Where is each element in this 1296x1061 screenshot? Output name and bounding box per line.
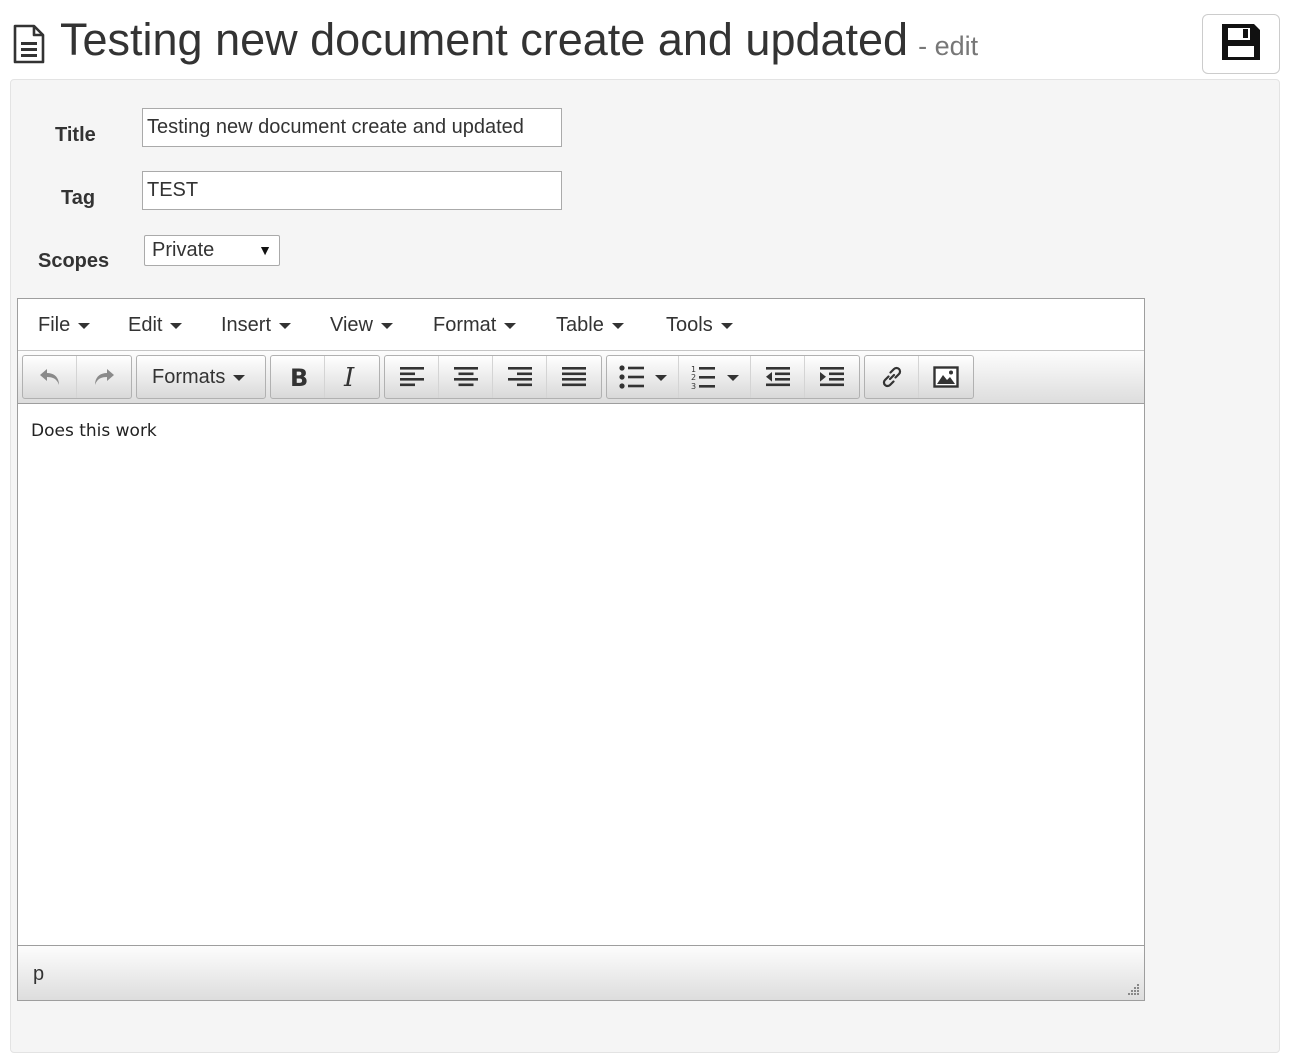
editor-statusbar: p	[18, 945, 1144, 1000]
svg-text:2: 2	[691, 373, 696, 382]
scopes-label: Scopes	[38, 250, 110, 272]
align-justify-icon	[561, 366, 587, 388]
editor-menubar: File Edit Insert View Format Table Tools	[18, 299, 1144, 351]
menu-view[interactable]: View	[330, 299, 393, 351]
menu-table[interactable]: Table	[556, 299, 624, 351]
outdent-button[interactable]	[751, 356, 805, 398]
bullet-list-button[interactable]	[607, 356, 679, 398]
save-button[interactable]	[1202, 14, 1280, 74]
align-center-icon	[453, 366, 479, 388]
formats-dropdown[interactable]: Formats	[137, 356, 265, 398]
floppy-disk-icon	[1220, 22, 1262, 67]
numbered-list-icon: 123	[691, 364, 739, 390]
caret-down-icon	[233, 374, 246, 381]
menu-edit[interactable]: Edit	[128, 299, 183, 351]
tag-label: Tag	[61, 187, 96, 209]
italic-button[interactable]: I	[325, 356, 379, 398]
svg-text:B: B	[290, 365, 308, 389]
svg-text:3: 3	[691, 382, 696, 390]
formats-group: Formats	[136, 355, 266, 399]
align-justify-button[interactable]	[547, 356, 601, 398]
caret-down-icon	[504, 322, 517, 329]
menu-format[interactable]: Format	[433, 299, 517, 351]
image-icon	[933, 366, 959, 388]
caret-down-icon	[78, 322, 91, 329]
link-icon	[879, 364, 905, 390]
italic-icon: I	[342, 365, 362, 389]
alignment-group	[384, 355, 602, 399]
indent-icon	[819, 366, 845, 388]
caret-down-icon	[170, 322, 183, 329]
indent-button[interactable]	[805, 356, 859, 398]
menu-tools[interactable]: Tools	[666, 299, 733, 351]
caret-down-icon	[720, 322, 733, 329]
caret-down-icon	[381, 322, 393, 329]
page-subtitle: - edit	[918, 31, 979, 61]
caret-down-icon	[611, 322, 624, 329]
page-header: Testing new document create and updated -…	[0, 0, 1296, 80]
align-left-icon	[399, 366, 425, 388]
title-label: Title	[55, 124, 96, 146]
list-group: 123	[606, 355, 860, 399]
rich-text-editor: File Edit Insert View Format Table Tools	[17, 298, 1145, 1001]
numbered-list-button[interactable]: 123	[679, 356, 751, 398]
align-center-button[interactable]	[439, 356, 493, 398]
align-right-button[interactable]	[493, 356, 547, 398]
svg-text:I: I	[343, 365, 355, 389]
align-left-button[interactable]	[385, 356, 439, 398]
resize-handle-icon[interactable]	[1126, 982, 1140, 996]
text-style-group: B I	[270, 355, 380, 399]
insert-link-button[interactable]	[865, 356, 919, 398]
bold-icon: B	[288, 365, 308, 389]
redo-icon	[92, 366, 116, 388]
align-right-icon	[507, 366, 533, 388]
page-title-text: Testing new document create and updated	[60, 14, 909, 65]
insert-group	[864, 355, 974, 399]
undo-button[interactable]	[23, 356, 77, 398]
document-form-panel: Title Tag Scopes Private ▼ File Edit Ins…	[10, 79, 1280, 1053]
bold-button[interactable]: B	[271, 356, 325, 398]
redo-button[interactable]	[77, 356, 131, 398]
bullet-list-icon	[618, 365, 667, 389]
menu-insert[interactable]: Insert	[221, 299, 292, 351]
menu-file[interactable]: File	[38, 299, 91, 351]
element-path[interactable]: p	[33, 963, 44, 986]
undo-icon	[38, 366, 62, 388]
caret-down-icon	[279, 322, 292, 329]
document-icon	[12, 24, 46, 64]
dropdown-arrow-icon: ▼	[258, 242, 272, 258]
insert-image-button[interactable]	[919, 356, 973, 398]
tag-input[interactable]	[142, 171, 562, 210]
scopes-select[interactable]: Private ▼	[144, 235, 280, 266]
history-group	[22, 355, 132, 399]
scopes-selected-value: Private	[152, 239, 215, 261]
title-input[interactable]	[142, 108, 562, 147]
editor-content-text[interactable]: Does this work	[31, 421, 157, 441]
editor-toolbar: Formats B I 1 2 3	[18, 351, 1144, 404]
editor-content-area[interactable]: Does this work	[18, 405, 1144, 945]
page-title: Testing new document create and updated -…	[60, 13, 978, 73]
outdent-icon	[765, 366, 791, 388]
